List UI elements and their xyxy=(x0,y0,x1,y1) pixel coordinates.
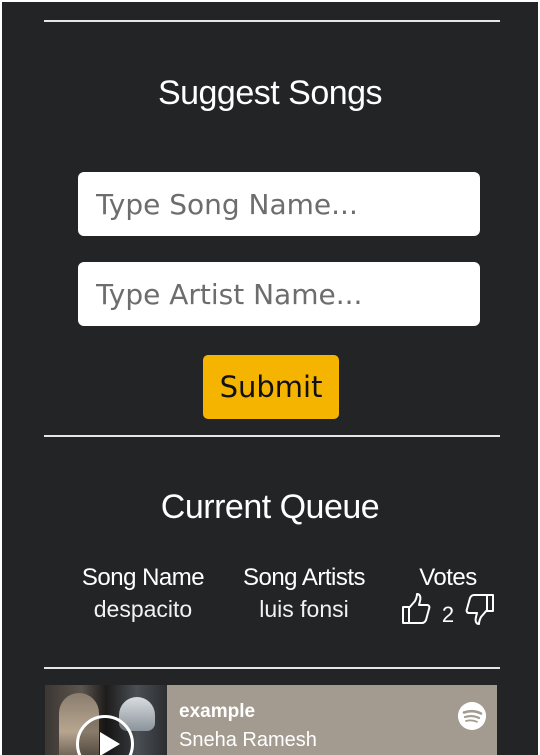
vote-count: 2 xyxy=(441,602,455,627)
top-divider xyxy=(44,20,500,22)
spotify-icon[interactable] xyxy=(458,702,486,730)
app-frame: Suggest Songs Submit Current Queue Song … xyxy=(2,2,538,755)
queue-title: Current Queue xyxy=(160,488,380,526)
middle-divider xyxy=(44,435,500,437)
song-column: Song Name despacito xyxy=(58,564,228,623)
song-name-input[interactable] xyxy=(78,172,480,236)
votes-header: Votes xyxy=(419,564,477,591)
thumbs-down-icon[interactable] xyxy=(464,592,496,626)
bottom-divider xyxy=(44,667,500,669)
track-title: example xyxy=(179,701,256,722)
artist-name-input[interactable] xyxy=(78,262,480,326)
votes-column: Votes xyxy=(363,564,533,592)
queue-row-song: despacito xyxy=(93,596,193,622)
submit-button[interactable]: Submit xyxy=(203,355,339,419)
album-art xyxy=(45,685,167,755)
vote-controls: 2 xyxy=(398,592,498,632)
thumbs-up-icon[interactable] xyxy=(400,592,432,626)
track-artist: Sneha Ramesh xyxy=(179,729,317,751)
queue-row-artists: luis fonsi xyxy=(259,596,349,622)
spotify-player: example Sneha Ramesh xyxy=(45,685,497,755)
suggest-title: Suggest Songs xyxy=(157,74,383,112)
song-name-header: Song Name xyxy=(81,564,205,591)
